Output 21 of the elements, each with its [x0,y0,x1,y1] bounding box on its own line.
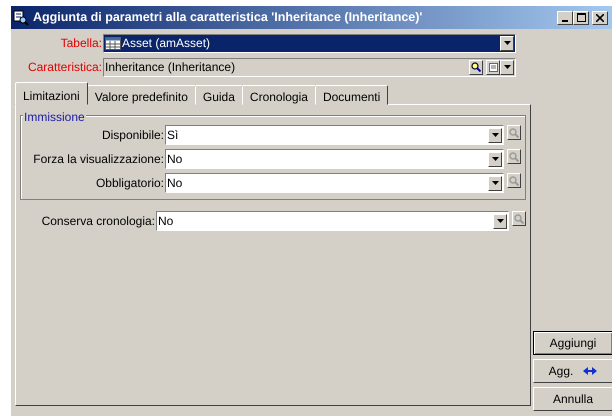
action-button[interactable]: Agg. [533,359,612,383]
field-label: Obbligatorio: [94,175,165,192]
field-label: Disponibile: [100,127,165,144]
select-field[interactable]: Inheritance (Inheritance) [103,58,516,76]
field-label: Caratteristica: [26,59,103,76]
tab[interactable]: Valore predefinito [86,85,196,105]
select-field[interactable]: No [156,211,509,231]
select-field[interactable]: Sì [165,125,504,145]
select-field[interactable]: No [165,149,504,169]
field-label: Conserva cronologia: [40,213,156,230]
window-title: Aggiunta di parametri alla caratteristica 'Inheritance (Inheritance)' [33,9,422,26]
tab[interactable]: Guida [194,85,243,105]
tab[interactable]: Cronologia [242,85,316,105]
select-field[interactable]: Asset (amAsset) [103,34,516,52]
field-label: Tabella: [60,35,103,52]
action-button[interactable]: Annulla [533,387,612,411]
action-button[interactable]: Aggiungi [533,331,612,355]
tab[interactable]: Documenti [314,85,388,105]
select-field[interactable]: No [165,173,504,193]
tab[interactable]: Limitazioni [15,82,88,105]
field-label: Forza la visualizzazione: [32,151,165,168]
